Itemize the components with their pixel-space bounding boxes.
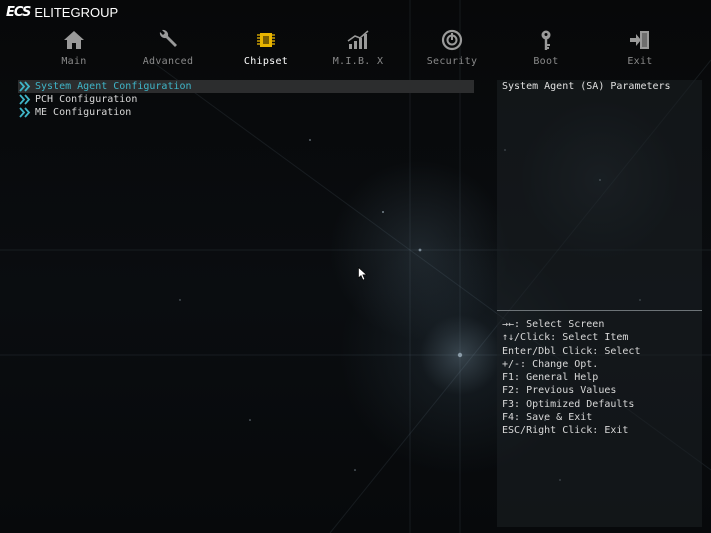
home-icon bbox=[60, 28, 88, 52]
tab-mib-x[interactable]: M.I.B. X bbox=[312, 28, 404, 68]
tab-exit-label: Exit bbox=[627, 56, 653, 67]
double-chevron-icon bbox=[19, 81, 31, 92]
chipset-menu: System Agent Configuration PCH Configura… bbox=[18, 80, 478, 120]
brand: ECS ELITEGROUP bbox=[6, 4, 118, 20]
key-hint: ESC/Right Click: Exit bbox=[502, 425, 629, 437]
wrench-icon bbox=[154, 28, 182, 52]
key-hint: F3: Optimized Defaults bbox=[502, 398, 635, 410]
brand-name: ELITEGROUP bbox=[34, 4, 119, 20]
key-hint: ↑↓/Click: Select Item bbox=[502, 332, 629, 344]
tab-boot-label: Boot bbox=[533, 56, 559, 67]
tab-chipset-label: Chipset bbox=[243, 56, 289, 67]
menu-item-system-agent[interactable]: System Agent Configuration bbox=[18, 80, 474, 93]
double-chevron-icon bbox=[19, 107, 31, 118]
tab-advanced[interactable]: Advanced bbox=[122, 28, 214, 68]
brand-logo: ECS bbox=[6, 4, 31, 20]
tab-exit[interactable]: Exit bbox=[594, 28, 686, 68]
tab-boot[interactable]: Boot bbox=[500, 28, 592, 68]
chip-icon bbox=[252, 28, 280, 52]
menu-item-label: PCH Configuration bbox=[35, 94, 138, 106]
key-hint: +/-: Change Opt. bbox=[502, 358, 599, 370]
key-legend: →←: Select Screen ↑↓/Click: Select Item … bbox=[502, 318, 640, 438]
tab-chipset[interactable]: Chipset bbox=[220, 28, 312, 68]
key-hint: →←: Select Screen bbox=[502, 319, 605, 330]
tab-security[interactable]: Security bbox=[406, 28, 498, 68]
key-hint: F4: Save & Exit bbox=[502, 412, 593, 424]
tab-advanced-label: Advanced bbox=[142, 56, 194, 67]
top-tab-bar: Main Advanced Chipset M.I.B. X Security … bbox=[28, 28, 688, 68]
double-chevron-icon bbox=[19, 94, 31, 105]
help-panel: System Agent (SA) Parameters →←: Select … bbox=[497, 80, 702, 527]
tab-main-label: Main bbox=[61, 56, 87, 67]
menu-item-pch[interactable]: PCH Configuration bbox=[18, 93, 478, 106]
help-title: System Agent (SA) Parameters bbox=[502, 81, 671, 92]
tab-security-label: Security bbox=[426, 56, 478, 67]
mouse-pointer-icon bbox=[358, 267, 368, 281]
chart-icon bbox=[344, 28, 372, 52]
power-icon bbox=[438, 28, 466, 52]
help-divider bbox=[497, 310, 702, 311]
menu-item-label: ME Configuration bbox=[35, 107, 132, 119]
exit-icon bbox=[626, 28, 654, 52]
key-hint: F2: Previous Values bbox=[502, 385, 617, 397]
menu-item-label: System Agent Configuration bbox=[35, 81, 192, 92]
tab-main[interactable]: Main bbox=[28, 28, 120, 68]
menu-item-me[interactable]: ME Configuration bbox=[18, 106, 478, 119]
key-hint: F1: General Help bbox=[502, 372, 599, 384]
key-hint: Enter/Dbl Click: Select bbox=[502, 345, 641, 357]
key-icon bbox=[532, 28, 560, 52]
tab-mib-x-label: M.I.B. X bbox=[332, 56, 384, 67]
